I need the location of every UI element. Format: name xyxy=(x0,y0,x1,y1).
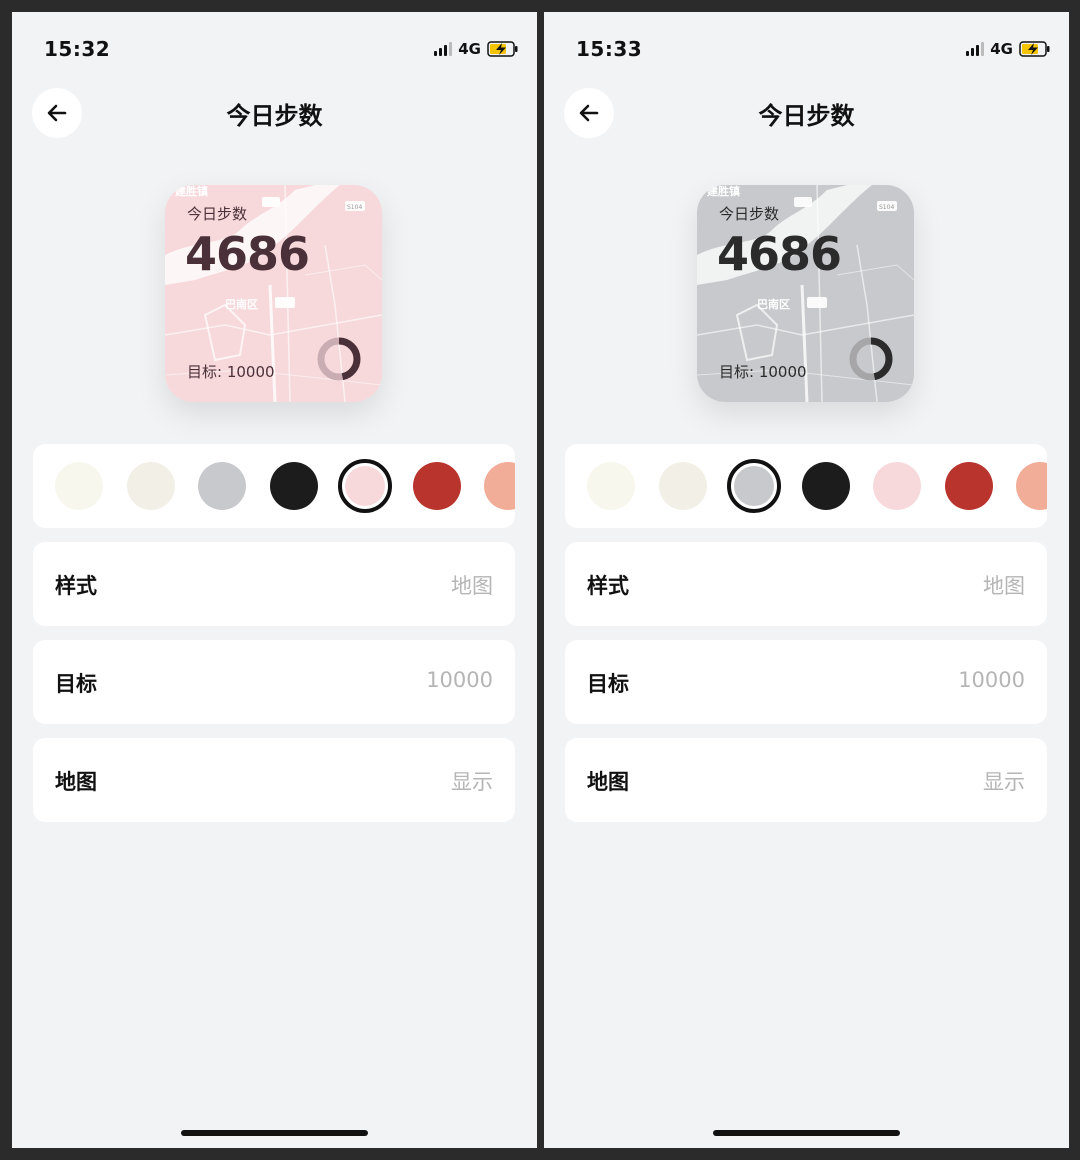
network-label: 4G xyxy=(990,40,1013,58)
status-time: 15:32 xyxy=(44,37,111,61)
battery-charging-icon xyxy=(487,41,518,57)
map-road-label: S104 xyxy=(347,204,362,211)
phone-screen-1: 15:32 4G 今日步数 建胜镇 巴南区 S104 今日步数 4686 目标:… xyxy=(12,12,537,1148)
widget-label: 今日步数 xyxy=(719,205,780,223)
page-title: 今日步数 xyxy=(226,102,323,130)
setting-value: 地图 xyxy=(983,574,1025,598)
color-swatch[interactable] xyxy=(484,462,515,510)
color-swatch[interactable] xyxy=(1016,462,1047,510)
color-swatch[interactable] xyxy=(801,462,850,510)
home-indicator[interactable] xyxy=(713,1130,900,1136)
step-count: 4686 xyxy=(717,227,842,281)
nav-bar: 今日步数 xyxy=(544,84,1069,140)
status-bar: 15:32 4G xyxy=(12,12,537,84)
color-swatch[interactable] xyxy=(55,462,103,510)
setting-value: 显示 xyxy=(451,770,493,794)
color-swatch[interactable] xyxy=(587,462,635,510)
color-swatch[interactable] xyxy=(727,459,781,513)
setting-label: 样式 xyxy=(587,574,629,598)
setting-label: 地图 xyxy=(55,770,97,794)
setting-row-style[interactable]: 样式 地图 xyxy=(33,542,515,626)
color-swatch[interactable] xyxy=(126,462,175,510)
color-swatch[interactable] xyxy=(269,462,318,510)
color-swatch[interactable] xyxy=(873,462,921,510)
color-swatch[interactable] xyxy=(198,462,246,510)
signal-icon xyxy=(966,42,985,56)
widget-preview: 建胜镇 巴南区 S104 今日步数 4686 目标: 10000 xyxy=(165,185,382,402)
battery-charging-icon xyxy=(1019,41,1050,57)
color-picker xyxy=(565,444,1047,528)
setting-row-goal[interactable]: 目标 10000 xyxy=(565,640,1047,724)
setting-label: 样式 xyxy=(55,574,97,598)
goal-prefix: 目标: xyxy=(187,363,227,381)
goal-value: 10000 xyxy=(758,363,807,381)
setting-value: 地图 xyxy=(451,574,493,598)
setting-row-goal[interactable]: 目标 10000 xyxy=(33,640,515,724)
widget-preview: 建胜镇 巴南区 S104 今日步数 4686 目标: 10000 xyxy=(697,185,914,402)
setting-value: 显示 xyxy=(983,770,1025,794)
goal-prefix: 目标: xyxy=(719,363,759,381)
color-picker xyxy=(33,444,515,528)
widget-label: 今日步数 xyxy=(187,205,248,223)
map-road-label: S104 xyxy=(879,204,894,211)
map-town-label: 建胜镇 xyxy=(707,185,740,198)
color-swatch[interactable] xyxy=(658,462,707,510)
nav-bar: 今日步数 xyxy=(12,84,537,140)
phone-screen-2: 15:33 4G 今日步数 建胜镇 巴南区 S104 今日步数 4686 目标:… xyxy=(544,12,1069,1148)
home-indicator[interactable] xyxy=(181,1130,368,1136)
setting-row-map[interactable]: 地图 显示 xyxy=(33,738,515,822)
setting-row-map[interactable]: 地图 显示 xyxy=(565,738,1047,822)
network-label: 4G xyxy=(458,40,481,58)
color-swatch[interactable] xyxy=(944,462,993,510)
setting-value: 10000 xyxy=(426,668,493,692)
progress-ring xyxy=(317,337,361,381)
color-swatch[interactable] xyxy=(412,462,461,510)
color-swatch[interactable] xyxy=(338,459,392,513)
setting-label: 目标 xyxy=(587,672,629,696)
widget-goal: 目标: 10000 xyxy=(719,361,807,382)
widget-goal: 目标: 10000 xyxy=(187,361,275,382)
goal-value: 10000 xyxy=(226,363,275,381)
step-count: 4686 xyxy=(185,227,310,281)
status-bar: 15:33 4G xyxy=(544,12,1069,84)
map-town-label: 建胜镇 xyxy=(175,185,208,198)
signal-icon xyxy=(434,42,453,56)
progress-ring xyxy=(849,337,893,381)
setting-label: 地图 xyxy=(587,770,629,794)
map-district-label: 巴南区 xyxy=(225,297,258,311)
setting-row-style[interactable]: 样式 地图 xyxy=(565,542,1047,626)
setting-label: 目标 xyxy=(55,672,97,696)
setting-value: 10000 xyxy=(958,668,1025,692)
map-district-label: 巴南区 xyxy=(757,297,790,311)
page-title: 今日步数 xyxy=(758,102,855,130)
status-time: 15:33 xyxy=(576,37,643,61)
